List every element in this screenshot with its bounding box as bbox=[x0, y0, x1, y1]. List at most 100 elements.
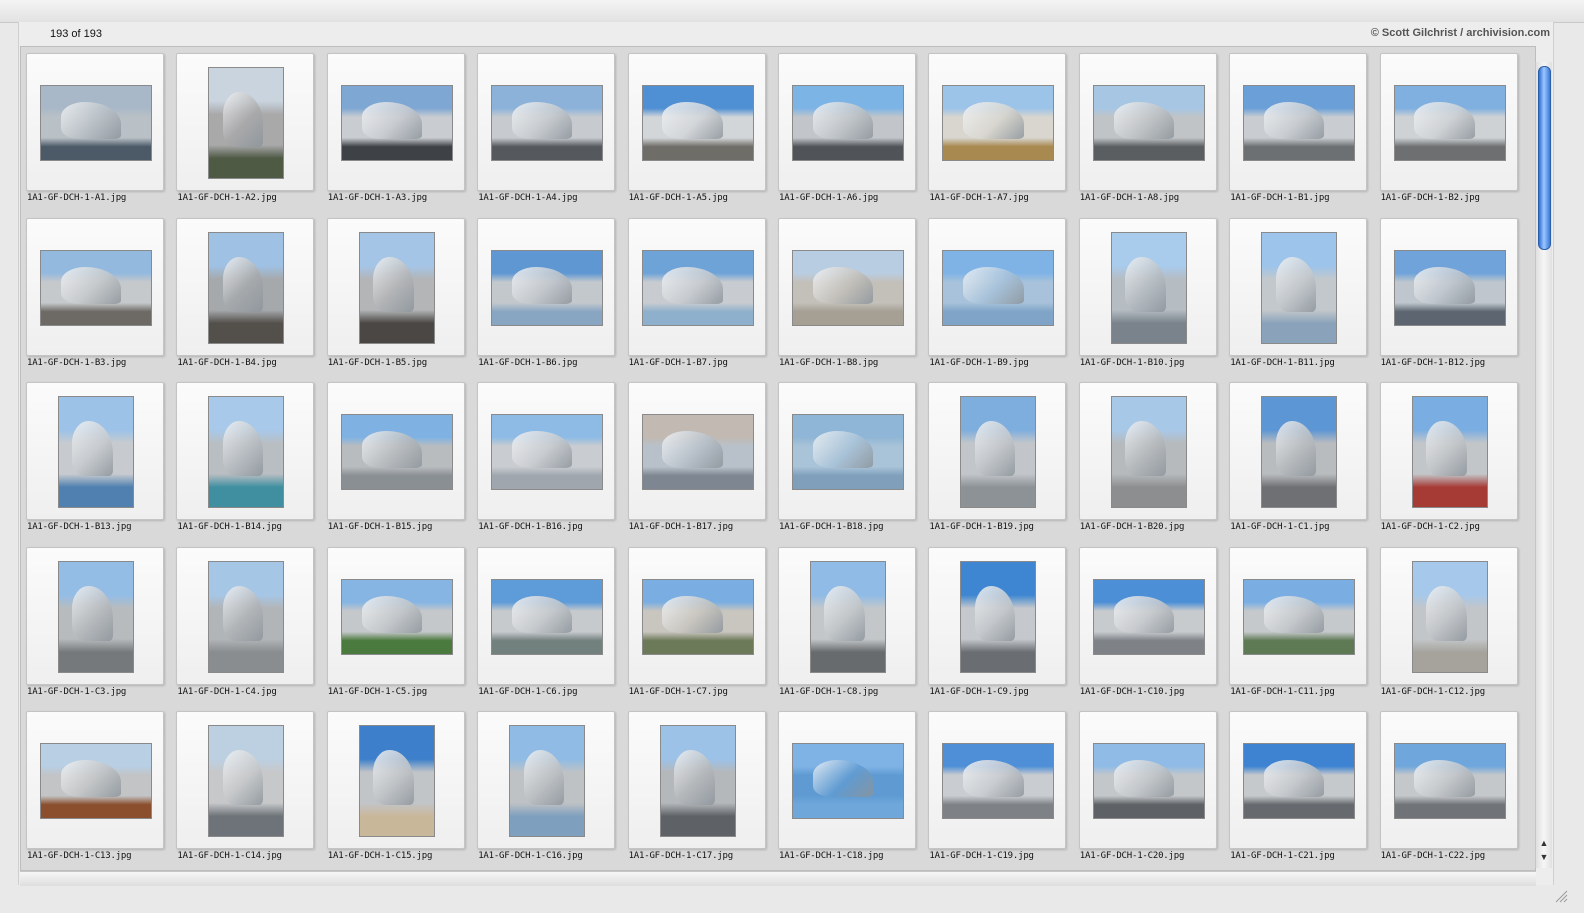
thumbnail-slide[interactable] bbox=[627, 711, 766, 849]
thumbnail-item[interactable]: 1A1-GF-DCH-1-C21.jpg bbox=[1224, 705, 1374, 869]
thumbnail-slide[interactable] bbox=[1078, 217, 1217, 356]
thumbnail-image[interactable] bbox=[1393, 85, 1506, 161]
thumbnail-image[interactable] bbox=[208, 67, 285, 179]
thumbnail-slide[interactable] bbox=[1379, 217, 1518, 356]
thumbnail-slide[interactable] bbox=[26, 711, 164, 849]
thumbnail-item[interactable]: 1A1-GF-DCH-1-B10.jpg bbox=[1074, 212, 1224, 376]
thumbnail-slide[interactable] bbox=[477, 53, 616, 191]
thumbnail-slide[interactable] bbox=[1379, 711, 1518, 849]
thumbnail-slide[interactable] bbox=[477, 711, 616, 849]
thumbnail-image[interactable] bbox=[1110, 231, 1187, 344]
thumbnail-image[interactable] bbox=[942, 85, 1055, 161]
scrollbar-thumb[interactable] bbox=[1538, 66, 1551, 250]
thumbnail-image[interactable] bbox=[358, 725, 435, 837]
thumbnail-item[interactable]: 1A1-GF-DCH-1-B17.jpg bbox=[623, 376, 773, 540]
thumbnail-image[interactable] bbox=[491, 578, 604, 655]
thumbnail-image[interactable] bbox=[1393, 743, 1506, 819]
thumbnail-item[interactable]: 1A1-GF-DCH-1-C16.jpg bbox=[472, 705, 622, 869]
thumbnail-image[interactable] bbox=[509, 725, 586, 837]
thumbnail-image[interactable] bbox=[1243, 578, 1356, 655]
thumbnail-item[interactable]: 1A1-GF-DCH-1-B13.jpg bbox=[21, 376, 171, 540]
thumbnail-slide[interactable] bbox=[778, 711, 916, 849]
thumbnail-image[interactable] bbox=[340, 85, 453, 161]
thumbnail-image[interactable] bbox=[792, 249, 904, 326]
thumbnail-image[interactable] bbox=[491, 414, 604, 490]
thumbnail-item[interactable]: 1A1-GF-DCH-1-B2.jpg bbox=[1375, 47, 1525, 211]
thumbnail-image[interactable] bbox=[641, 85, 754, 161]
thumbnail-item[interactable]: 1A1-GF-DCH-1-C3.jpg bbox=[21, 541, 171, 705]
thumbnail-slide[interactable] bbox=[1229, 711, 1368, 849]
thumbnail-item[interactable]: 1A1-GF-DCH-1-A7.jpg bbox=[923, 47, 1073, 211]
thumbnail-slide[interactable] bbox=[627, 382, 766, 520]
thumbnail-slide[interactable] bbox=[1379, 53, 1518, 191]
thumbnail-image[interactable] bbox=[1411, 396, 1488, 508]
thumbnail-item[interactable]: 1A1-GF-DCH-1-B6.jpg bbox=[472, 212, 622, 376]
thumbnail-image[interactable] bbox=[40, 743, 152, 819]
thumbnail-item[interactable]: 1A1-GF-DCH-1-A6.jpg bbox=[773, 47, 923, 211]
thumbnail-item[interactable]: 1A1-GF-DCH-1-B20.jpg bbox=[1074, 376, 1224, 540]
thumbnail-image[interactable] bbox=[340, 414, 453, 490]
thumbnail-image[interactable] bbox=[641, 578, 754, 655]
thumbnail-grid-view[interactable]: 1A1-GF-DCH-1-A1.jpg 1A1-GF-DCH-1-A2.jpg 1A… bbox=[20, 46, 1536, 871]
thumbnail-item[interactable]: 1A1-GF-DCH-1-B19.jpg bbox=[923, 376, 1073, 540]
thumbnail-image[interactable] bbox=[942, 743, 1055, 819]
thumbnail-item[interactable]: 1A1-GF-DCH-1-B16.jpg bbox=[472, 376, 622, 540]
thumbnail-slide[interactable] bbox=[778, 217, 916, 356]
thumbnail-image[interactable] bbox=[1243, 85, 1356, 161]
thumbnail-slide[interactable] bbox=[778, 53, 916, 191]
thumbnail-slide[interactable] bbox=[1229, 217, 1368, 356]
thumbnail-item[interactable]: 1A1-GF-DCH-1-C15.jpg bbox=[322, 705, 472, 869]
thumbnail-item[interactable]: 1A1-GF-DCH-1-B3.jpg bbox=[21, 212, 171, 376]
thumbnail-image[interactable] bbox=[1261, 231, 1338, 344]
thumbnail-image[interactable] bbox=[1092, 85, 1205, 161]
thumbnail-image[interactable] bbox=[960, 396, 1037, 508]
thumbnail-item[interactable]: 1A1-GF-DCH-1-B7.jpg bbox=[623, 212, 773, 376]
thumbnail-item[interactable]: 1A1-GF-DCH-1-C5.jpg bbox=[322, 541, 472, 705]
thumbnail-item[interactable]: 1A1-GF-DCH-1-B15.jpg bbox=[322, 376, 472, 540]
thumbnail-slide[interactable] bbox=[326, 546, 465, 685]
thumbnail-item[interactable]: 1A1-GF-DCH-1-C8.jpg bbox=[773, 541, 923, 705]
thumbnail-slide[interactable] bbox=[1229, 546, 1368, 685]
thumbnail-image[interactable] bbox=[792, 743, 904, 819]
thumbnail-slide[interactable] bbox=[928, 711, 1067, 849]
thumbnail-item[interactable]: 1A1-GF-DCH-1-B14.jpg bbox=[171, 376, 321, 540]
thumbnail-slide[interactable] bbox=[627, 217, 766, 356]
thumbnail-slide[interactable] bbox=[326, 711, 465, 849]
vertical-scrollbar[interactable]: ▲ ▼ bbox=[1535, 62, 1552, 868]
thumbnail-item[interactable]: 1A1-GF-DCH-1-C19.jpg bbox=[923, 705, 1073, 869]
thumbnail-image[interactable] bbox=[208, 231, 285, 344]
thumbnail-image[interactable] bbox=[1110, 396, 1187, 508]
thumbnail-slide[interactable] bbox=[176, 546, 315, 685]
thumbnail-item[interactable]: 1A1-GF-DCH-1-B18.jpg bbox=[773, 376, 923, 540]
thumbnail-item[interactable]: 1A1-GF-DCH-1-C4.jpg bbox=[171, 541, 321, 705]
thumbnail-image[interactable] bbox=[1092, 743, 1205, 819]
thumbnail-slide[interactable] bbox=[928, 382, 1067, 520]
thumbnail-slide[interactable] bbox=[778, 546, 916, 685]
thumbnail-item[interactable]: 1A1-GF-DCH-1-C14.jpg bbox=[171, 705, 321, 869]
thumbnail-image[interactable] bbox=[491, 85, 604, 161]
thumbnail-item[interactable]: 1A1-GF-DCH-1-C13.jpg bbox=[21, 705, 171, 869]
thumbnail-item[interactable]: 1A1-GF-DCH-1-B1.jpg bbox=[1224, 47, 1374, 211]
thumbnail-slide[interactable] bbox=[627, 546, 766, 685]
thumbnail-item[interactable]: 1A1-GF-DCH-1-C9.jpg bbox=[923, 541, 1073, 705]
scroll-up-arrow-icon[interactable]: ▲ bbox=[1538, 837, 1550, 849]
thumbnail-slide[interactable] bbox=[176, 53, 315, 191]
thumbnail-item[interactable]: 1A1-GF-DCH-1-C2.jpg bbox=[1375, 376, 1525, 540]
thumbnail-image[interactable] bbox=[358, 231, 435, 344]
thumbnail-slide[interactable] bbox=[477, 546, 616, 685]
thumbnail-image[interactable] bbox=[641, 249, 754, 326]
thumbnail-image[interactable] bbox=[1261, 396, 1338, 508]
thumbnail-slide[interactable] bbox=[1379, 546, 1518, 685]
thumbnail-slide[interactable] bbox=[1078, 382, 1217, 520]
thumbnail-image[interactable] bbox=[1092, 578, 1205, 655]
thumbnail-image[interactable] bbox=[792, 85, 904, 161]
thumbnail-image[interactable] bbox=[58, 396, 134, 508]
thumbnail-image[interactable] bbox=[792, 414, 904, 490]
thumbnail-item[interactable]: 1A1-GF-DCH-1-C22.jpg bbox=[1375, 705, 1525, 869]
resize-grip-icon[interactable] bbox=[1554, 889, 1568, 903]
thumbnail-slide[interactable] bbox=[26, 217, 164, 356]
thumbnail-slide[interactable] bbox=[477, 382, 616, 520]
thumbnail-slide[interactable] bbox=[326, 382, 465, 520]
thumbnail-slide[interactable] bbox=[477, 217, 616, 356]
thumbnail-slide[interactable] bbox=[176, 382, 315, 520]
